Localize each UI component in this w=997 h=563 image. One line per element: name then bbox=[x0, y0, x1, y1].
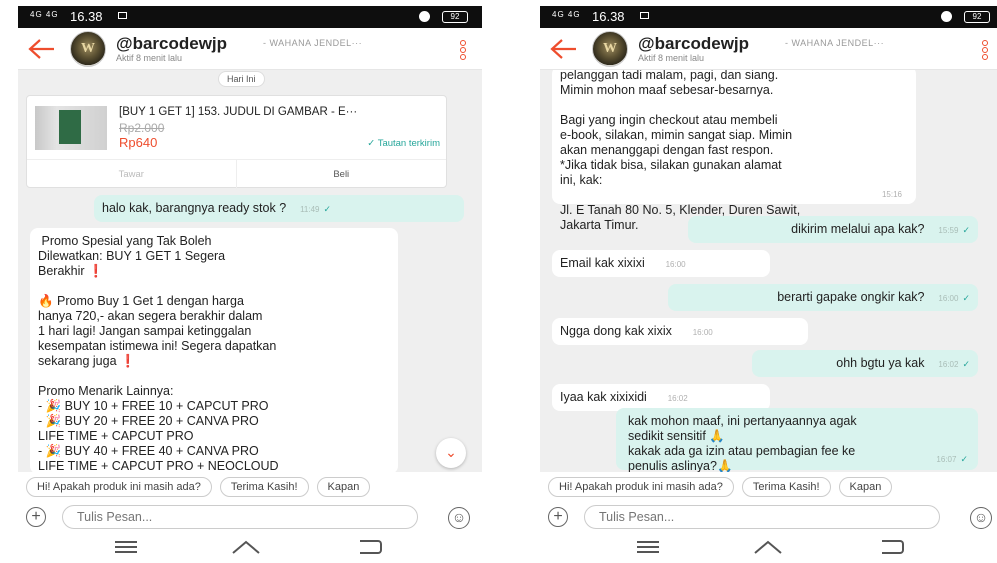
quick-replies: Hi! Apakah produk ini masih ada? Terima K… bbox=[540, 472, 997, 502]
message-outgoing[interactable]: berarti gapake ongkir kak? 16:00 ✓ bbox=[668, 284, 978, 311]
quick-reply-chip[interactable]: Kapan bbox=[316, 477, 371, 497]
quick-reply-chip[interactable]: Hi! Apakah produk ini masih ada? bbox=[548, 477, 734, 497]
system-nav-bar bbox=[18, 532, 482, 560]
notification-icon bbox=[118, 12, 127, 19]
message-incoming[interactable]: Ngga dong kak xixix 16:00 bbox=[552, 318, 808, 345]
signal-indicator: 4G 4G bbox=[30, 10, 59, 19]
chat-header: W @barcodewjp - WAHANA JENDEL··· Aktif 8… bbox=[540, 28, 997, 70]
product-actions: Tawar Beli bbox=[27, 159, 447, 190]
quick-reply-chip[interactable]: Kapan bbox=[838, 477, 893, 497]
quick-reply-chip[interactable]: Terima Kasih! bbox=[741, 477, 831, 497]
scroll-down-icon[interactable]: ⌄ bbox=[436, 438, 466, 468]
back-arrow-icon[interactable] bbox=[26, 36, 56, 62]
offer-button[interactable]: Tawar bbox=[27, 160, 237, 190]
chat-area[interactable]: pelanggan tadi malam, pagi, dan siang. M… bbox=[540, 70, 997, 472]
message-incoming[interactable]: Email kak xixixi 16:00 bbox=[552, 250, 770, 277]
product-price-original: Rp2.000 bbox=[119, 121, 165, 135]
message-incoming[interactable]: Promo Spesial yang Tak Boleh Dilewatkan:… bbox=[30, 228, 398, 472]
message-outgoing[interactable]: ohh bgtu ya kak 16:02 ✓ bbox=[752, 350, 978, 377]
status-time: 16.38 bbox=[592, 9, 625, 24]
shop-name: - WAHANA JENDEL··· bbox=[785, 38, 885, 48]
status-time: 16.38 bbox=[70, 9, 103, 24]
emoji-icon[interactable]: ☺ bbox=[448, 507, 470, 529]
read-check-icon: ✓ bbox=[960, 454, 968, 464]
chat-area[interactable]: Hari Ini [BUY 1 GET 1] 153. JUDUL DI GAM… bbox=[18, 70, 482, 472]
phone-right: 4G 4G 16.38 92 W @barcodewjp - WAHANA JE… bbox=[540, 6, 997, 560]
recent-apps-icon[interactable] bbox=[115, 541, 137, 553]
read-check-icon: ✓ bbox=[323, 204, 332, 214]
quick-replies: Hi! Apakah produk ini masih ada? Terima K… bbox=[18, 472, 482, 502]
read-check-icon: ✓ bbox=[962, 225, 970, 235]
battery-indicator: 92 bbox=[442, 11, 468, 23]
status-bar: 4G 4G 16.38 92 bbox=[18, 6, 482, 28]
more-options-icon[interactable] bbox=[460, 40, 468, 62]
message-outgoing[interactable]: dikirim melalui apa kak? 15:59 ✓ bbox=[688, 216, 978, 243]
message-outgoing[interactable]: halo kak, barangnya ready stok ? 11:49 ✓ bbox=[94, 195, 464, 222]
check-icon: ✓ bbox=[367, 138, 378, 149]
alarm-icon bbox=[419, 11, 430, 22]
message-input[interactable] bbox=[584, 505, 940, 529]
back-nav-icon[interactable] bbox=[882, 540, 904, 554]
status-bar: 4G 4G 16.38 92 bbox=[540, 6, 997, 28]
product-title: [BUY 1 GET 1] 153. JUDUL DI GAMBAR - E··… bbox=[119, 106, 358, 118]
quick-reply-chip[interactable]: Terima Kasih! bbox=[219, 477, 309, 497]
shop-name: - WAHANA JENDEL··· bbox=[263, 38, 363, 48]
product-price: Rp640 bbox=[119, 135, 158, 150]
back-arrow-icon[interactable] bbox=[548, 36, 578, 62]
chat-username[interactable]: @barcodewjp bbox=[116, 34, 227, 54]
product-thumbnail bbox=[35, 106, 107, 150]
message-composer: + ☺ bbox=[540, 502, 997, 532]
read-check-icon: ✓ bbox=[962, 293, 970, 303]
chat-username[interactable]: @barcodewjp bbox=[638, 34, 749, 54]
emoji-icon[interactable]: ☺ bbox=[970, 507, 992, 529]
notification-icon bbox=[640, 12, 649, 19]
message-outgoing[interactable]: kak mohon maaf, ini pertanyaannya agak s… bbox=[616, 408, 978, 472]
read-check-icon: ✓ bbox=[962, 359, 970, 369]
alarm-icon bbox=[941, 11, 952, 22]
attach-plus-icon[interactable]: + bbox=[26, 507, 46, 527]
quick-reply-chip[interactable]: Hi! Apakah produk ini masih ada? bbox=[26, 477, 212, 497]
buy-button[interactable]: Beli bbox=[237, 160, 447, 190]
product-card[interactable]: [BUY 1 GET 1] 153. JUDUL DI GAMBAR - E··… bbox=[26, 95, 447, 190]
recent-apps-icon[interactable] bbox=[637, 541, 659, 553]
activity-status: Aktif 8 menit lalu bbox=[116, 53, 183, 63]
back-nav-icon[interactable] bbox=[360, 540, 382, 554]
signal-indicator: 4G 4G bbox=[552, 10, 581, 19]
chat-header: W @barcodewjp - WAHANA JENDEL··· Aktif 8… bbox=[18, 28, 482, 70]
screenshot-stage: 4G 4G 16.38 92 W @barcodewjp - WAHANA JE… bbox=[0, 0, 997, 563]
home-icon[interactable] bbox=[231, 540, 261, 554]
attach-plus-icon[interactable]: + bbox=[548, 507, 568, 527]
date-separator: Hari Ini bbox=[218, 71, 265, 87]
message-input[interactable] bbox=[62, 505, 418, 529]
battery-indicator: 92 bbox=[964, 11, 990, 23]
message-composer: + ☺ bbox=[18, 502, 482, 532]
shop-avatar[interactable]: W bbox=[70, 31, 106, 67]
message-incoming[interactable]: Iyaa kak xixixidi 16:02 bbox=[552, 384, 770, 411]
activity-status: Aktif 8 menit lalu bbox=[638, 53, 705, 63]
message-incoming[interactable]: pelanggan tadi malam, pagi, dan siang. M… bbox=[552, 70, 916, 232]
system-nav-bar bbox=[540, 532, 997, 560]
shop-avatar[interactable]: W bbox=[592, 31, 628, 67]
link-sent-status: ✓ Tautan terkirim bbox=[367, 138, 440, 149]
more-options-icon[interactable] bbox=[982, 40, 990, 62]
home-icon[interactable] bbox=[753, 540, 783, 554]
phone-left: 4G 4G 16.38 92 W @barcodewjp - WAHANA JE… bbox=[18, 6, 482, 560]
